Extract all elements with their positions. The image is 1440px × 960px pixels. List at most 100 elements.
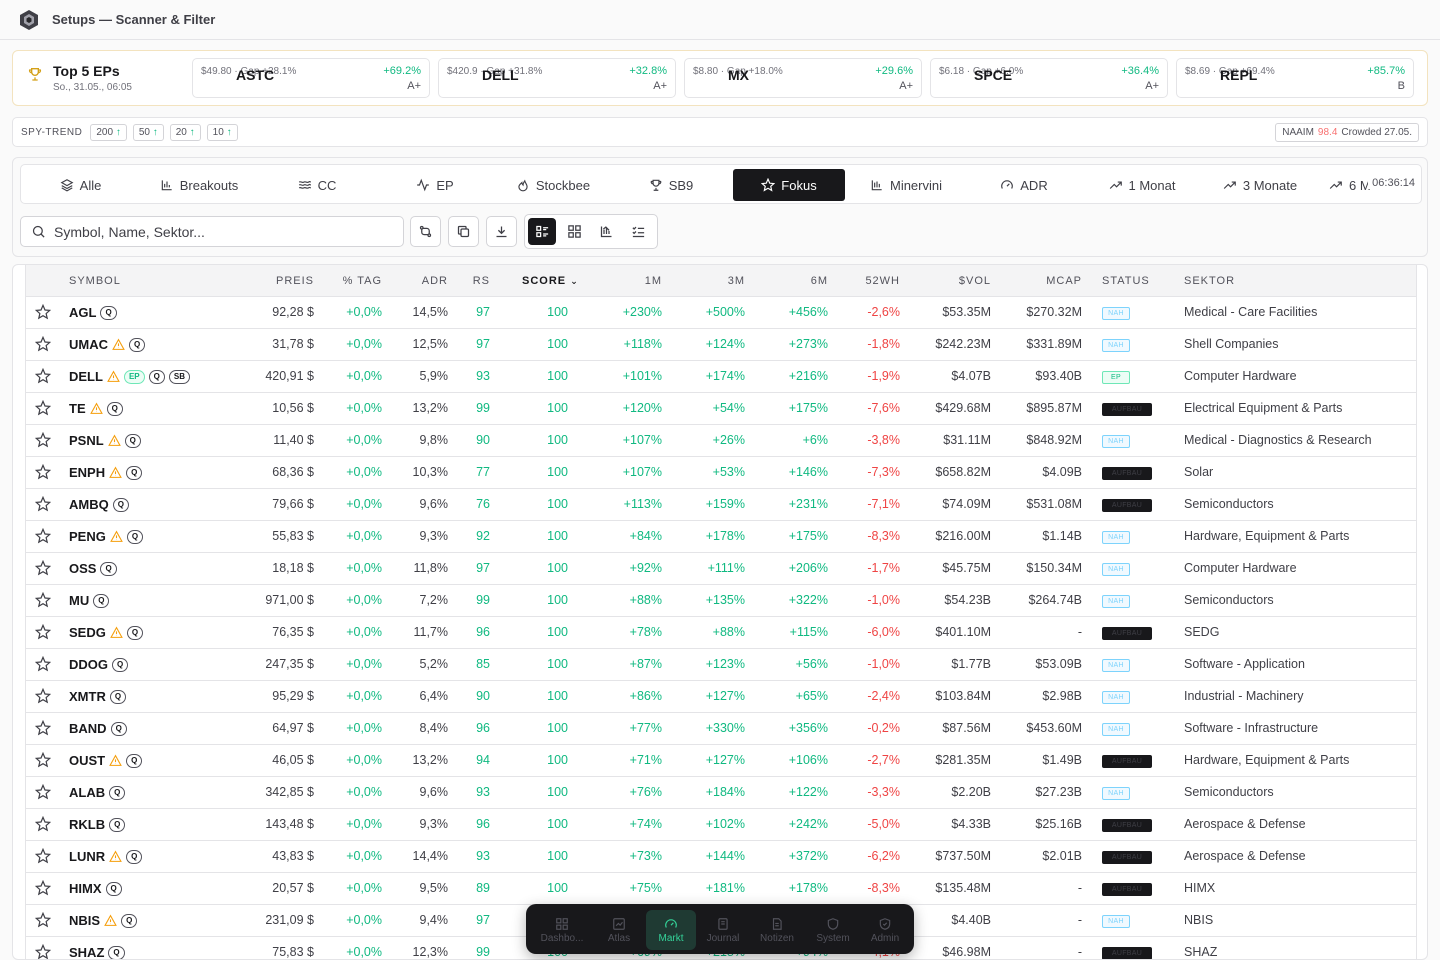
column-header[interactable]: 52WH — [865, 275, 900, 287]
column-header[interactable]: SEKTOR — [1184, 275, 1235, 287]
compare-button[interactable] — [410, 216, 441, 247]
column-header-sorted[interactable]: SCORE ⌄ — [522, 275, 579, 287]
symbol-cell[interactable]: AMBQ Q — [69, 497, 129, 512]
tab-breakouts[interactable]: Breakouts — [140, 169, 258, 201]
dock-notizen[interactable]: Notizen — [752, 910, 802, 950]
tab-ep[interactable]: EP — [376, 169, 494, 201]
column-header[interactable]: 3M — [728, 275, 745, 287]
star-icon[interactable] — [35, 816, 51, 832]
symbol-cell[interactable]: LUNR Q — [69, 849, 143, 864]
tab-3-monate[interactable]: 3 Monate — [1201, 169, 1319, 201]
column-header[interactable]: SYMBOL — [69, 275, 121, 287]
symbol-cell[interactable]: PENG Q — [69, 529, 144, 544]
column-header[interactable]: ADR — [422, 275, 448, 287]
tab-alle[interactable]: Alle — [21, 169, 140, 201]
star-icon[interactable] — [35, 912, 51, 928]
tab-fokus[interactable]: Fokus — [733, 169, 845, 201]
spy-ma-chip[interactable]: 20 ↑ — [169, 123, 201, 141]
tab-1-monat[interactable]: 1 Monat — [1083, 169, 1201, 201]
tab-minervini[interactable]: Minervini — [847, 169, 965, 201]
star-icon[interactable] — [35, 880, 51, 896]
symbol-cell[interactable]: UMAC Q — [69, 337, 146, 352]
table-row[interactable]: XMTR Q 95,29 $ +0,0% 6,4% 90 100 +86% +127% +65% -… — [26, 681, 1416, 713]
star-icon[interactable] — [35, 656, 51, 672]
symbol-cell[interactable]: SEDG Q — [69, 625, 144, 640]
tab-sb9[interactable]: SB9 — [612, 169, 730, 201]
symbol-cell[interactable]: DDOG Q — [69, 657, 129, 672]
dock-system[interactable]: System — [808, 910, 858, 950]
table-row[interactable]: RKLB Q 143,48 $ +0,0% 9,3% 96 100 +74% +102% +242… — [26, 809, 1416, 841]
table-row[interactable]: ALAB Q 342,85 $ +0,0% 9,6% 93 100 +76% +184% +122… — [26, 777, 1416, 809]
column-header[interactable]: $VOL — [959, 275, 991, 287]
star-icon[interactable] — [35, 336, 51, 352]
search-box[interactable] — [20, 216, 404, 247]
dock-markt[interactable]: Markt — [646, 910, 696, 950]
table-row[interactable]: DELL EP Q SB 420,91 $ +0,0% 5,9% 93 100 +101% +174… — [26, 361, 1416, 393]
table-row[interactable]: AMBQ Q 79,66 $ +0,0% 9,6% 76 100 +113% +159% +231… — [26, 489, 1416, 521]
column-header[interactable]: MCAP — [1046, 275, 1082, 287]
column-header[interactable]: 6M — [811, 275, 828, 287]
symbol-cell[interactable]: PSNL Q — [69, 433, 141, 448]
star-icon[interactable] — [35, 784, 51, 800]
table-row[interactable]: SEDG Q 76,35 $ +0,0% 11,7% 96 100 +78% +88% +115%… — [26, 617, 1416, 649]
symbol-cell[interactable]: BAND Q — [69, 721, 127, 736]
table-row[interactable]: HIMX Q 20,57 $ +0,0% 9,5% 89 100 +75% +181% +178%… — [26, 873, 1416, 905]
symbol-cell[interactable]: SHAZ Q — [69, 945, 125, 959]
grid-view-button[interactable] — [560, 218, 588, 245]
star-icon[interactable] — [35, 560, 51, 576]
star-icon[interactable] — [35, 432, 51, 448]
ep-card[interactable]: ASTC $49.80 · Gap +28.1% +69.2% A+ — [192, 58, 430, 98]
table-row[interactable]: TE Q 10,56 $ +0,0% 13,2% 99 100 +120% +54% +175% -… — [26, 393, 1416, 425]
table-row[interactable]: UMAC Q 31,78 $ +0,0% 12,5% 97 100 +118% +124% +27… — [26, 329, 1416, 361]
spy-ma-chip[interactable]: 50 ↑ — [132, 123, 164, 141]
star-icon[interactable] — [35, 368, 51, 384]
ep-card[interactable]: DELL $420.9 · Gap +31.8% +32.8% A+ — [438, 58, 676, 98]
tab-cc[interactable]: CC — [258, 169, 376, 201]
spy-ma-chip[interactable]: 200 ↑ — [90, 123, 127, 141]
table-row[interactable]: DDOG Q 247,35 $ +0,0% 5,2% 85 100 +87% +123% +56%… — [26, 649, 1416, 681]
dock-admin[interactable]: Admin — [860, 910, 910, 950]
star-icon[interactable] — [35, 496, 51, 512]
table-row[interactable]: OSS Q 18,18 $ +0,0% 11,8% 97 100 +92% +111% +206%… — [26, 553, 1416, 585]
symbol-cell[interactable]: RKLB Q — [69, 817, 126, 832]
list-view-button[interactable] — [528, 218, 556, 245]
table-row[interactable]: OUST Q 46,05 $ +0,0% 13,2% 94 100 +71% +127% +106… — [26, 745, 1416, 777]
table-row[interactable]: LUNR Q 43,83 $ +0,0% 14,4% 93 100 +73% +144% +372… — [26, 841, 1416, 873]
table-row[interactable]: PSNL Q 11,40 $ +0,0% 9,8% 90 100 +107% +26% +6% -3… — [26, 425, 1416, 457]
table-row[interactable]: BAND Q 64,97 $ +0,0% 8,4% 96 100 +77% +330% +356%… — [26, 713, 1416, 745]
star-icon[interactable] — [35, 304, 51, 320]
star-icon[interactable] — [35, 464, 51, 480]
table-row[interactable]: ENPH Q 68,36 $ +0,0% 10,3% 77 100 +107% +53% +146… — [26, 457, 1416, 489]
tab-stockbee[interactable]: Stockbee — [494, 169, 612, 201]
symbol-cell[interactable]: ALAB Q — [69, 785, 126, 800]
ep-card[interactable]: REPL $8.69 · Gap +69.4% +85.7% B — [1176, 58, 1414, 98]
ep-card[interactable]: MX $8.80 · Gap +18.0% +29.6% A+ — [684, 58, 922, 98]
column-header[interactable]: 1M — [645, 275, 662, 287]
column-header[interactable]: STATUS — [1102, 275, 1150, 287]
star-icon[interactable] — [35, 688, 51, 704]
table-row[interactable]: AGL Q 92,28 $ +0,0% 14,5% 97 100 +230% +500% +456… — [26, 297, 1416, 329]
app-logo-icon[interactable] — [18, 9, 40, 31]
symbol-cell[interactable]: HIMX Q — [69, 881, 122, 896]
checklist-view-button[interactable] — [624, 218, 652, 245]
star-icon[interactable] — [35, 848, 51, 864]
symbol-cell[interactable]: OUST Q — [69, 753, 143, 768]
spy-ma-chip[interactable]: 10 ↑ — [206, 123, 238, 141]
download-button[interactable] — [486, 216, 517, 247]
star-icon[interactable] — [35, 400, 51, 416]
search-input[interactable] — [54, 223, 374, 240]
star-icon[interactable] — [35, 592, 51, 608]
dock-dashboard[interactable]: Dashbo... — [532, 910, 592, 950]
table-row[interactable]: PENG Q 55,83 $ +0,0% 9,3% 92 100 +84% +178% +175%… — [26, 521, 1416, 553]
star-icon[interactable] — [35, 944, 51, 960]
symbol-cell[interactable]: DELL EP Q SB — [69, 369, 190, 384]
tab-adr[interactable]: ADR — [965, 169, 1083, 201]
star-icon[interactable] — [35, 624, 51, 640]
dock-journal[interactable]: Journal — [698, 910, 748, 950]
dock-atlas[interactable]: Atlas — [594, 910, 644, 950]
star-icon[interactable] — [35, 720, 51, 736]
column-header[interactable]: % TAG — [343, 275, 382, 287]
star-icon[interactable] — [35, 528, 51, 544]
table-row[interactable]: MU Q 971,00 $ +0,0% 7,2% 99 100 +88% +135% +322% -… — [26, 585, 1416, 617]
symbol-cell[interactable]: XMTR Q — [69, 689, 127, 704]
